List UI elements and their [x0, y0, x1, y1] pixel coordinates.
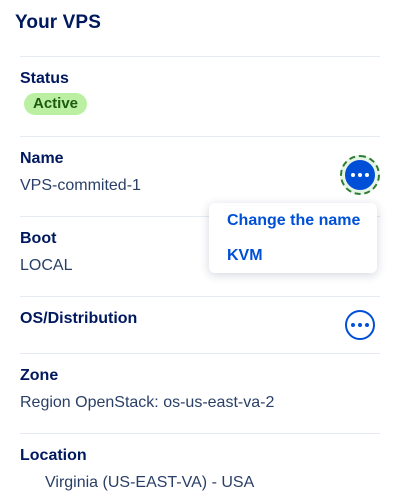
zone-row: Zone Region OpenStack: os-us-east-va-2: [20, 354, 380, 434]
os-actions-button[interactable]: [345, 310, 375, 340]
status-badge: Active: [24, 93, 88, 115]
location-row: Location Virginia (US-EAST-VA) - USA: [20, 434, 380, 504]
os-label: OS/Distribution: [20, 310, 138, 327]
status-row: Status Active: [20, 57, 380, 137]
flag-icon: [20, 476, 40, 490]
os-row: OS/Distribution: [20, 297, 380, 354]
location-label: Location: [20, 447, 87, 464]
status-label: Status: [20, 70, 69, 87]
name-actions-menu: Change the name KVM: [209, 203, 377, 273]
panel-title: Your VPS: [15, 12, 101, 33]
name-label: Name: [20, 150, 64, 167]
name-actions-button[interactable]: [345, 160, 375, 190]
vps-info-panel: Your VPS Status Active Name VPS-commited…: [0, 0, 397, 504]
ellipsis-icon: [351, 173, 355, 177]
location-value: Virginia (US-EAST-VA) - USA: [45, 474, 255, 491]
ellipsis-icon: [351, 323, 355, 327]
menu-item-change-name[interactable]: Change the name: [227, 212, 360, 230]
name-value: VPS-commited-1: [20, 177, 141, 194]
boot-label: Boot: [20, 230, 57, 247]
zone-value: Region OpenStack: os-us-east-va-2: [20, 394, 275, 411]
zone-label: Zone: [20, 367, 59, 384]
menu-item-kvm[interactable]: KVM: [227, 247, 263, 265]
boot-value: LOCAL: [20, 257, 73, 274]
